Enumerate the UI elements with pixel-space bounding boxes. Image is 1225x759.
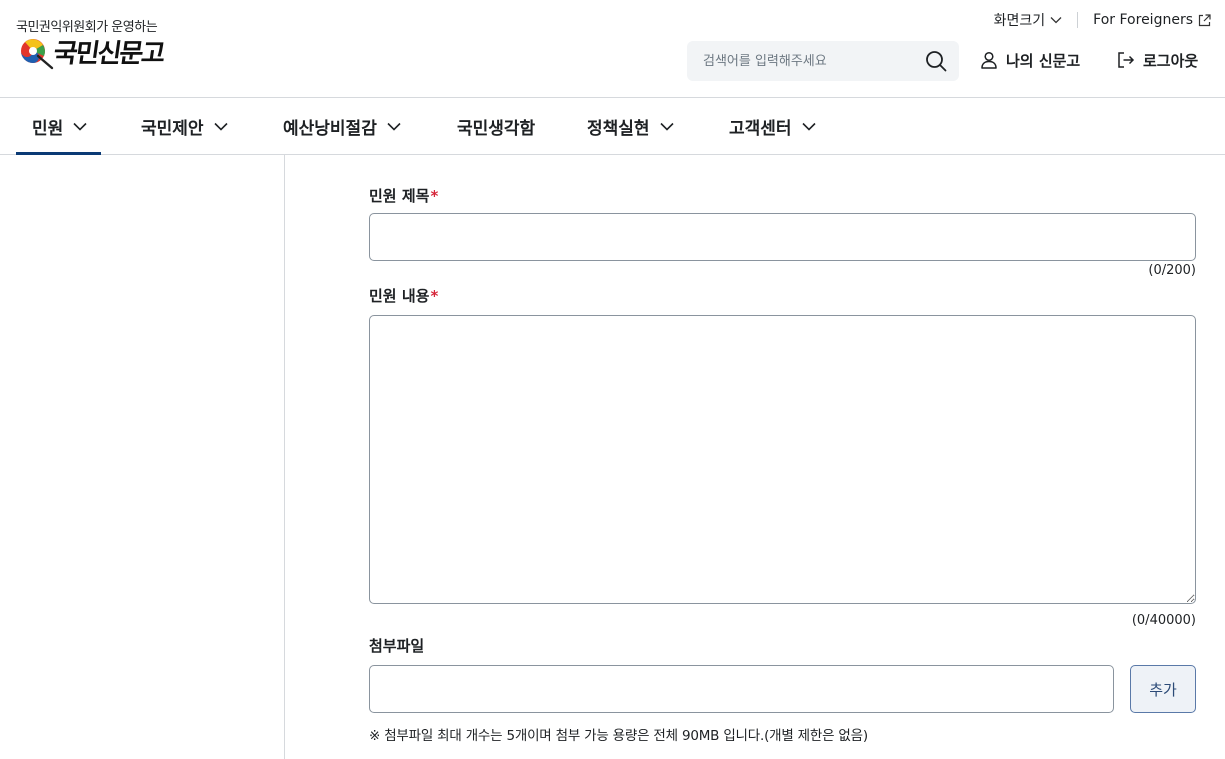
attach-file-input[interactable]	[369, 665, 1114, 713]
title-char-counter: (0/200)	[1148, 263, 1196, 278]
gnb-item-label: 민원	[32, 118, 64, 139]
search-input[interactable]	[687, 41, 917, 81]
search-icon[interactable]	[925, 50, 947, 72]
for-foreigners-label: For Foreigners	[1093, 12, 1193, 28]
content-textarea[interactable]	[369, 315, 1196, 604]
logo-name: 국민신문고	[51, 39, 166, 69]
chevron-down-icon	[73, 122, 87, 131]
logo-emblem-icon	[21, 39, 54, 70]
logout-label: 로그아웃	[1143, 51, 1199, 70]
gnb-item-label: 정책실현	[587, 118, 650, 139]
required-mark: *	[430, 187, 439, 205]
for-foreigners-link[interactable]: For Foreigners	[1093, 12, 1211, 28]
site-header: 국민권익위원회가 운영하는 국민신문고 화면크기 For Foreigners …	[0, 0, 1225, 97]
utility-menu: 화면크기 For Foreigners	[994, 10, 1211, 30]
my-page-button[interactable]: 나의 신문고	[980, 49, 1080, 71]
add-attachment-button[interactable]: 추가	[1130, 665, 1196, 713]
gnb-item-proposal[interactable]: 국민제안	[141, 98, 228, 154]
attach-label-text: 첨부파일	[369, 637, 425, 655]
chevron-down-icon	[659, 122, 674, 131]
main-navigation: 민원 국민제안 예산낭비절감 국민생각함 정책실현 고객센터	[0, 97, 1225, 155]
font-size-label: 화면크기	[993, 13, 1046, 29]
logout-icon	[1118, 52, 1135, 68]
title-field-label: 민원 제목*	[369, 185, 438, 206]
gnb-item-customer-center[interactable]: 고객센터	[729, 98, 816, 154]
chevron-down-icon	[213, 122, 228, 131]
content-label-text: 민원 내용	[369, 287, 430, 305]
side-panel	[0, 155, 285, 759]
gnb-item-budget-waste[interactable]: 예산낭비절감	[283, 98, 401, 154]
title-input[interactable]	[369, 213, 1196, 261]
attach-field-label: 첨부파일	[369, 635, 424, 656]
content-field-label: 민원 내용*	[369, 285, 438, 306]
gnb-item-policy[interactable]: 정책실현	[587, 98, 674, 154]
search-box	[687, 41, 959, 81]
gnb-item-label: 예산낭비절감	[283, 118, 377, 139]
chevron-down-icon	[387, 122, 401, 131]
chevron-down-icon	[1050, 17, 1062, 24]
required-mark: *	[430, 287, 439, 305]
font-size-button[interactable]: 화면크기	[994, 10, 1063, 30]
chevron-down-icon	[801, 122, 816, 131]
gnb-item-minwon[interactable]: 민원	[15, 98, 102, 155]
my-page-label: 나의 신문고	[1006, 51, 1081, 70]
logout-button[interactable]: 로그아웃	[1117, 49, 1198, 71]
gnb-item-label: 고객센터	[729, 118, 792, 139]
user-icon	[981, 51, 997, 69]
gnb-item-label: 국민제안	[141, 118, 204, 139]
gnb-item-public-opinion[interactable]: 국민생각함	[457, 98, 535, 154]
site-logo[interactable]: 국민권익위원회가 운영하는 국민신문고	[16, 14, 186, 76]
divider	[1077, 12, 1079, 28]
attachment-notice: ※ 첨부파일 최대 개수는 5개이며 첨부 가능 용량은 전체 90MB 입니다…	[369, 728, 868, 744]
external-link-icon	[1198, 13, 1211, 26]
content-char-counter: (0/40000)	[1131, 613, 1196, 628]
gnb-item-label: 국민생각함	[457, 118, 536, 139]
title-label-text: 민원 제목	[369, 187, 430, 205]
